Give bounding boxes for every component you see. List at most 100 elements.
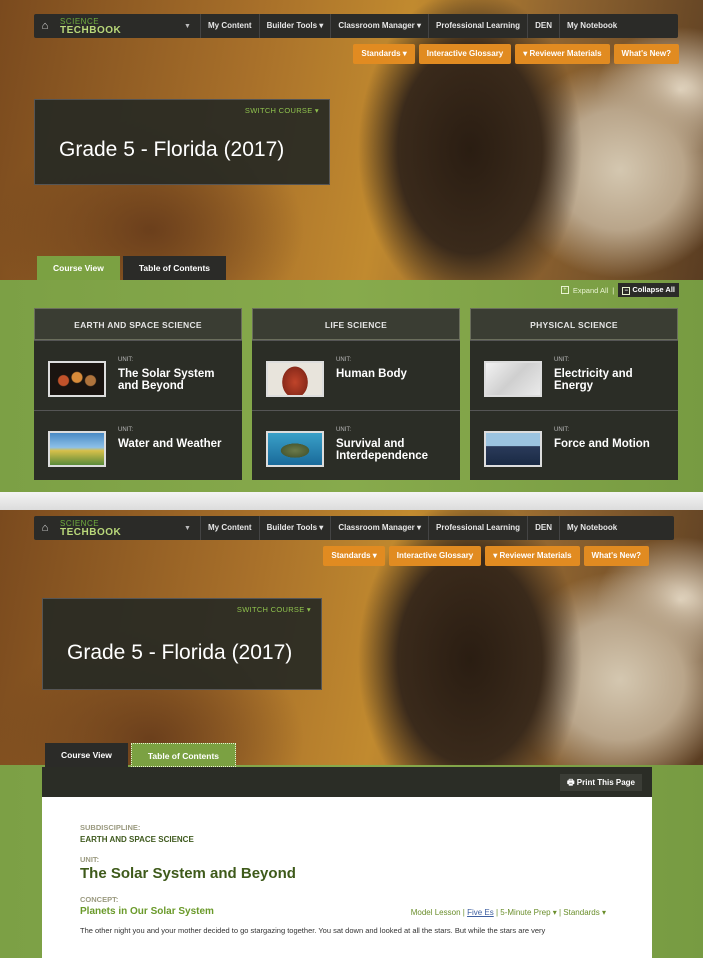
nav-professional-learning[interactable]: Professional Learning <box>428 14 527 38</box>
unit-name: Survival and Interdependence <box>336 438 429 462</box>
chevron-down-icon[interactable]: ▼ <box>184 23 200 30</box>
tab-bar: Course View Table of Contents <box>45 743 239 767</box>
unit-name: Human Body <box>336 368 407 380</box>
unit-card[interactable]: UNIT: Survival and Interdependence <box>252 410 460 480</box>
nav-den[interactable]: DEN <box>527 516 559 540</box>
unit-label: UNIT: <box>554 357 569 363</box>
discipline-column-physical: PHYSICAL SCIENCE UNIT: Electricity and E… <box>470 308 678 480</box>
nav-den[interactable]: DEN <box>527 14 559 38</box>
screenshot-course-view: ⌂ SCIENCE TECHBOOK ▼ My Content Builder … <box>0 0 703 492</box>
whats-new-button[interactable]: What's New? <box>613 44 679 64</box>
collapse-icon: − <box>622 287 631 295</box>
tab-table-of-contents[interactable]: Table of Contents <box>122 256 227 280</box>
nav-builder-tools[interactable]: Builder Tools ▾ <box>258 516 331 540</box>
print-page-button[interactable]: 🖶 Print This Page <box>559 774 642 791</box>
expand-collapse-controls: + Expand All | − Collapse All <box>560 283 679 297</box>
standards-button[interactable]: Standards ▾ <box>353 44 415 64</box>
whats-new-button[interactable]: What's New? <box>583 546 649 566</box>
collapse-all-label: Collapse All <box>632 285 675 294</box>
concept-label: CONCEPT: <box>80 895 119 904</box>
unit-card[interactable]: UNIT: Water and Weather <box>34 410 242 480</box>
tab-course-view[interactable]: Course View <box>45 743 128 767</box>
reviewer-materials-button[interactable]: ▾ Reviewer Materials <box>515 44 610 64</box>
expand-icon[interactable]: + <box>560 286 569 294</box>
sub-nav: Standards ▾ Interactive Glossary ▾ Revie… <box>353 44 679 64</box>
nav-classroom-manager[interactable]: Classroom Manager ▾ <box>330 516 428 540</box>
unit-thumbnail <box>484 431 542 467</box>
unit-name: Water and Weather <box>118 438 222 450</box>
unit-name: Force and Motion <box>554 438 650 450</box>
chevron-down-icon[interactable]: ▼ <box>184 525 200 532</box>
unit-label: UNIT: <box>118 357 133 363</box>
discipline-column-earth: EARTH AND SPACE SCIENCE UNIT: The Solar … <box>34 308 242 480</box>
unit-label: UNIT: <box>80 855 100 864</box>
unit-thumbnail <box>48 431 106 467</box>
home-icon[interactable]: ⌂ <box>34 516 56 540</box>
subdiscipline-name: EARTH AND SPACE SCIENCE <box>80 835 194 844</box>
table-of-contents-panel: 🖶 Print This Page SUBDISCIPLINE: EARTH A… <box>42 767 652 958</box>
standards-dropdown[interactable]: Standards ▾ <box>563 908 606 917</box>
unit-title[interactable]: The Solar System and Beyond <box>80 865 296 882</box>
top-nav: ⌂ SCIENCE TECHBOOK ▼ My Content Builder … <box>34 516 674 540</box>
five-minute-prep-dropdown[interactable]: 5-Minute Prep ▾ <box>500 908 556 917</box>
printer-icon: 🖶 <box>566 778 575 787</box>
concept-links: Model Lesson | Five Es | 5-Minute Prep ▾… <box>410 908 606 917</box>
print-page-label: Print This Page <box>576 778 635 787</box>
switch-course-button[interactable]: SWITCH COURSE ▾ <box>237 605 311 614</box>
nav-classroom-manager[interactable]: Classroom Manager ▾ <box>330 14 428 38</box>
interactive-glossary-button[interactable]: Interactive Glossary <box>388 546 482 566</box>
discipline-header[interactable]: PHYSICAL SCIENCE <box>470 308 678 340</box>
logo[interactable]: SCIENCE TECHBOOK <box>56 516 176 540</box>
unit-name: Electricity and Energy <box>554 368 633 392</box>
nav-my-content[interactable]: My Content <box>200 516 259 540</box>
reviewer-materials-button[interactable]: ▾ Reviewer Materials <box>485 546 580 566</box>
five-es-link[interactable]: Five Es <box>467 908 494 917</box>
unit-card[interactable]: UNIT: Human Body <box>252 340 460 410</box>
tab-course-view[interactable]: Course View <box>37 256 120 280</box>
logo-line2: TECHBOOK <box>60 25 122 36</box>
nav-builder-tools[interactable]: Builder Tools ▾ <box>258 14 331 38</box>
discipline-header[interactable]: EARTH AND SPACE SCIENCE <box>34 308 242 340</box>
sub-nav: Standards ▾ Interactive Glossary ▾ Revie… <box>323 546 649 566</box>
unit-card[interactable]: UNIT: The Solar System and Beyond <box>34 340 242 410</box>
tab-bar: Course View Table of Contents <box>37 256 229 280</box>
nav-my-notebook[interactable]: My Notebook <box>558 516 624 540</box>
subdiscipline-label: SUBDISCIPLINE: <box>80 823 141 832</box>
model-lesson-link[interactable]: Model Lesson <box>411 908 461 917</box>
course-title: Grade 5 - Florida (2017) <box>67 641 293 664</box>
screenshot-divider <box>0 492 703 510</box>
discipline-header[interactable]: LIFE SCIENCE <box>252 308 460 340</box>
home-icon[interactable]: ⌂ <box>34 14 56 38</box>
standards-button[interactable]: Standards ▾ <box>323 546 385 566</box>
switch-course-button[interactable]: SWITCH COURSE ▾ <box>245 106 319 115</box>
logo-line2: TECHBOOK <box>60 527 122 538</box>
unit-label: UNIT: <box>336 427 351 433</box>
unit-thumbnail <box>266 431 324 467</box>
concept-description: The other night you and your mother deci… <box>80 926 546 935</box>
toc-toolbar: 🖶 Print This Page <box>42 767 652 797</box>
unit-card[interactable]: UNIT: Force and Motion <box>470 410 678 480</box>
top-nav: ⌂ SCIENCE TECHBOOK ▼ My Content Builder … <box>34 14 678 38</box>
unit-label: UNIT: <box>554 427 569 433</box>
unit-label: UNIT: <box>336 357 351 363</box>
nav-professional-learning[interactable]: Professional Learning <box>428 516 527 540</box>
discipline-column-life: LIFE SCIENCE UNIT: Human Body UNIT: Surv… <box>252 308 460 480</box>
nav-my-content[interactable]: My Content <box>200 14 259 38</box>
screenshot-table-of-contents: ⌂ SCIENCE TECHBOOK ▼ My Content Builder … <box>0 510 703 958</box>
unit-thumbnail <box>48 361 106 397</box>
interactive-glossary-button[interactable]: Interactive Glossary <box>418 44 512 64</box>
unit-thumbnail <box>266 361 324 397</box>
logo[interactable]: SCIENCE TECHBOOK <box>56 14 176 38</box>
unit-label: UNIT: <box>118 427 133 433</box>
unit-card[interactable]: UNIT: Electricity and Energy <box>470 340 678 410</box>
course-card: SWITCH COURSE ▾ Grade 5 - Florida (2017) <box>34 99 330 185</box>
expand-all-link[interactable]: Expand All <box>573 286 608 295</box>
collapse-all-button[interactable]: − Collapse All <box>618 283 679 297</box>
tab-table-of-contents[interactable]: Table of Contents <box>130 743 237 767</box>
nav-my-notebook[interactable]: My Notebook <box>558 14 624 38</box>
course-card: SWITCH COURSE ▾ Grade 5 - Florida (2017) <box>42 598 322 690</box>
unit-thumbnail <box>484 361 542 397</box>
unit-name: The Solar System and Beyond <box>118 368 215 392</box>
concept-title[interactable]: Planets in Our Solar System <box>80 906 214 917</box>
course-title: Grade 5 - Florida (2017) <box>59 138 285 161</box>
